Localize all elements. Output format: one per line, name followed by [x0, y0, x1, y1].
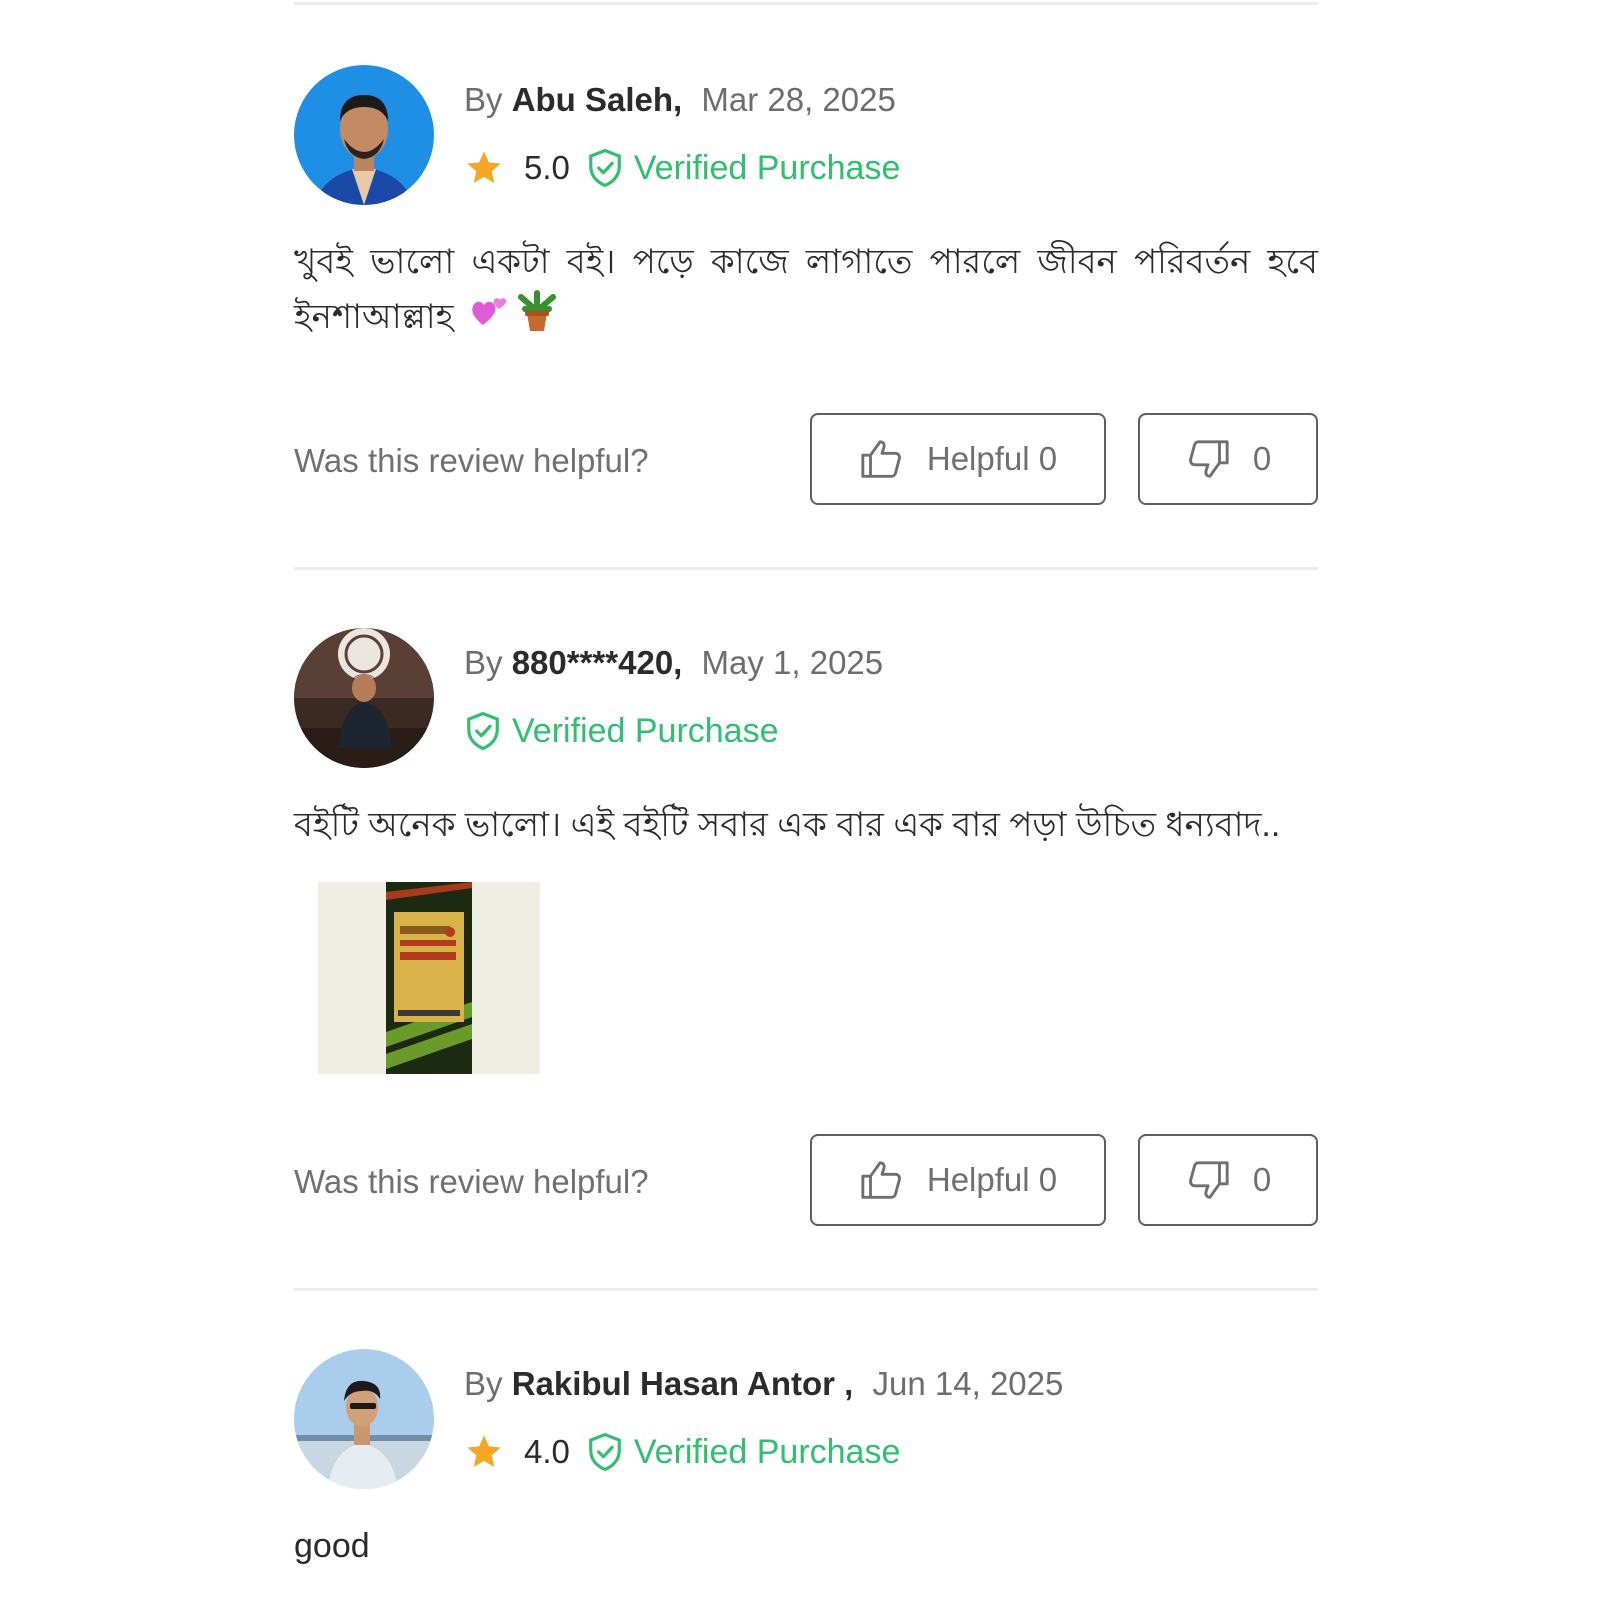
shield-check-icon	[586, 1431, 624, 1473]
review-text: বইটি অনেক ভালো। এই বইটি সবার এক বার এক ব…	[294, 798, 1318, 852]
review-text: খুবই ভালো একটা বই। পড়ে কাজে লাগাতে পারল…	[294, 235, 1318, 349]
review-meta: By Rakibul Hasan Antor , Jun 14, 2025 4.…	[464, 1363, 1318, 1473]
two-hearts-emoji	[469, 291, 509, 347]
review-meta: By Abu Saleh, Mar 28, 2025 5.0 Verified …	[464, 79, 1318, 189]
review-date: Jun 14, 2025	[872, 1365, 1064, 1402]
author-name[interactable]: Abu Saleh,	[512, 81, 683, 118]
not-helpful-count: 0	[1252, 1161, 1272, 1198]
shield-check-icon	[586, 147, 624, 189]
review-text-content: বইটি অনেক ভালো। এই বইটি সবার এক বার এক ব…	[294, 806, 1281, 844]
by-label: By	[464, 644, 503, 681]
potted-plant-emoji	[515, 289, 559, 349]
helpful-row: Was this review helpful? Helpful 0 0	[294, 1134, 1318, 1230]
byline: By Abu Saleh, Mar 28, 2025	[464, 79, 1318, 121]
divider	[294, 2, 1318, 5]
byline: By 880****420, May 1, 2025	[464, 642, 1318, 684]
helpful-question: Was this review helpful?	[294, 1163, 649, 1200]
review-text-content: good	[294, 1527, 370, 1565]
by-label: By	[464, 81, 503, 118]
thumbs-up-icon	[859, 1157, 905, 1203]
review-photo[interactable]	[318, 882, 540, 1074]
not-helpful-button[interactable]: 0	[1138, 413, 1318, 505]
not-helpful-count: 0	[1252, 440, 1272, 477]
review-meta: By 880****420, May 1, 2025 Verified Purc…	[464, 642, 1318, 752]
star-icon	[464, 148, 504, 188]
rating-value: 5.0	[524, 149, 570, 186]
review-header: By Rakibul Hasan Antor , Jun 14, 2025 4.…	[294, 1349, 1318, 1489]
verified-purchase-label: Verified Purchase	[633, 1432, 901, 1471]
review-text-content: খুবই ভালো একটা বই। পড়ে কাজে লাগাতে পারল…	[294, 243, 1318, 336]
review-date: Mar 28, 2025	[701, 81, 896, 118]
rating-value: 4.0	[524, 1433, 570, 1470]
thumbs-up-icon	[859, 436, 905, 482]
not-helpful-button[interactable]: 0	[1138, 1134, 1318, 1226]
verified-purchase-label: Verified Purchase	[633, 148, 901, 187]
rating-row: Verified Purchase	[464, 710, 1318, 752]
review-header: By 880****420, May 1, 2025 Verified Purc…	[294, 628, 1318, 768]
helpful-button[interactable]: Helpful 0	[810, 413, 1106, 505]
review-item: By 880****420, May 1, 2025 Verified Purc…	[294, 628, 1318, 1230]
star-icon	[464, 1432, 504, 1472]
rating-row: 4.0 Verified Purchase	[464, 1431, 1318, 1473]
review-date: May 1, 2025	[701, 644, 884, 681]
review-text: good	[294, 1519, 1318, 1573]
reviews-list: By Abu Saleh, Mar 28, 2025 5.0 Verified …	[294, 0, 1318, 1573]
helpful-question: Was this review helpful?	[294, 442, 649, 479]
helpful-row: Was this review helpful? Helpful 0 0	[294, 413, 1318, 509]
avatar	[294, 628, 434, 768]
review-item: By Abu Saleh, Mar 28, 2025 5.0 Verified …	[294, 65, 1318, 509]
helpful-label: Helpful 0	[926, 440, 1058, 477]
shield-check-icon	[464, 710, 502, 752]
verified-purchase-label: Verified Purchase	[512, 711, 779, 750]
review-item: By Rakibul Hasan Antor , Jun 14, 2025 4.…	[294, 1349, 1318, 1573]
divider	[294, 567, 1318, 570]
helpful-button[interactable]: Helpful 0	[810, 1134, 1106, 1226]
rating-row: 5.0 Verified Purchase	[464, 147, 1318, 189]
byline: By Rakibul Hasan Antor , Jun 14, 2025	[464, 1363, 1318, 1405]
by-label: By	[464, 1365, 503, 1402]
avatar	[294, 1349, 434, 1489]
thumbs-down-icon	[1185, 1157, 1231, 1203]
thumbs-down-icon	[1185, 436, 1231, 482]
author-name[interactable]: Rakibul Hasan Antor ,	[512, 1365, 854, 1402]
divider	[294, 1288, 1318, 1291]
helpful-label: Helpful 0	[926, 1161, 1058, 1198]
review-header: By Abu Saleh, Mar 28, 2025 5.0 Verified …	[294, 65, 1318, 205]
author-name[interactable]: 880****420,	[512, 644, 683, 681]
avatar	[294, 65, 434, 205]
